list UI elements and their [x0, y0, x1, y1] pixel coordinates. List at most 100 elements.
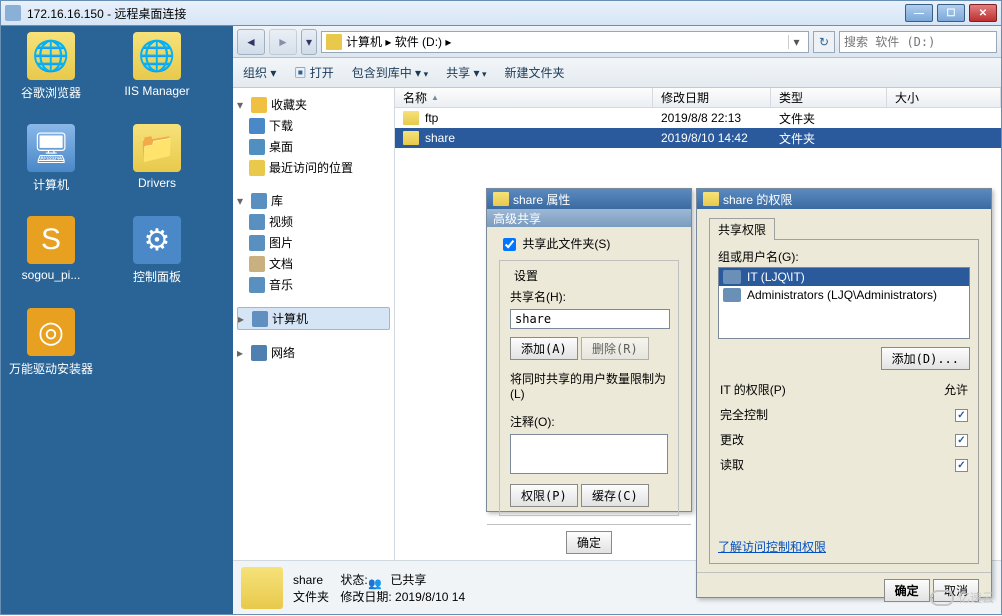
tab-share-perm[interactable]: 共享权限: [709, 218, 775, 240]
close-button[interactable]: ✕: [969, 4, 997, 22]
back-button[interactable]: ◄: [237, 29, 265, 55]
app-icon: 🌐: [133, 32, 181, 80]
app-icon: ◎: [27, 308, 75, 356]
address-field[interactable]: 计算机 ▸ 软件 (D:) ▸ ▾: [321, 31, 809, 53]
tree-libraries[interactable]: ▾库: [237, 190, 390, 211]
user-list[interactable]: IT (LJQ\IT) Administrators (LJQ\Administ…: [718, 267, 970, 339]
allow-checkbox[interactable]: ✓: [955, 409, 968, 422]
network-icon: [251, 345, 267, 361]
user-limit-label: 将同时共享的用户数量限制为(L): [510, 370, 668, 401]
user-it[interactable]: IT (LJQ\IT): [719, 268, 969, 286]
file-row-ftp[interactable]: ftp 2019/8/8 22:13 文件夹: [395, 108, 1001, 128]
recent-icon: [249, 160, 265, 176]
sort-icon: ▲: [431, 93, 439, 102]
ok-button[interactable]: 确定: [566, 531, 612, 554]
col-size[interactable]: 大小: [887, 88, 1001, 107]
cmd-newfolder[interactable]: 新建文件夹: [505, 64, 565, 81]
desktop-icon-iis[interactable]: 🌐 IIS Manager: [113, 32, 201, 120]
computer-icon: 🖥: [27, 124, 75, 172]
sharename-input[interactable]: [510, 309, 670, 329]
col-date[interactable]: 修改日期: [653, 88, 771, 107]
learn-more-link[interactable]: 了解访问控制和权限: [718, 540, 826, 554]
cmd-include[interactable]: 包含到库中 ▾: [352, 64, 428, 81]
tree-documents[interactable]: 文档: [237, 253, 390, 274]
cmd-open[interactable]: ▣ 打开: [294, 64, 333, 81]
desktop-icon-computer[interactable]: 🖥计算机: [7, 124, 95, 212]
maximize-button[interactable]: ☐: [937, 4, 965, 22]
collapse-icon[interactable]: ▾: [237, 194, 247, 208]
perm-row-full: 完全控制✓: [720, 403, 968, 426]
collapse-icon[interactable]: ▾: [237, 98, 247, 112]
refresh-button[interactable]: ↻: [813, 31, 835, 53]
col-type[interactable]: 类型: [771, 88, 887, 107]
icon-label: 万能驱动安装器: [9, 360, 93, 377]
add-button[interactable]: 添加(A): [510, 337, 578, 360]
address-bar: ◄ ► ▾ 计算机 ▸ 软件 (D:) ▸ ▾ ↻: [233, 26, 1001, 58]
tree-pictures[interactable]: 图片: [237, 232, 390, 253]
group-label: 组或用户名(G):: [718, 248, 970, 265]
col-name[interactable]: 名称▲: [395, 88, 653, 107]
dialog-title: share 属性: [487, 189, 691, 209]
tree-desktop[interactable]: 桌面: [237, 136, 390, 157]
tree-downloads[interactable]: 下载: [237, 115, 390, 136]
music-icon: [249, 277, 265, 293]
remove-button[interactable]: 删除(R): [581, 337, 649, 360]
address-text: 计算机 ▸ 软件 (D:) ▸: [346, 33, 788, 50]
share-permissions-dialog: share 的权限 共享权限 组或用户名(G): IT (LJQ\IT) Adm…: [696, 188, 992, 598]
tree-favorites[interactable]: ▾收藏夹: [237, 94, 390, 115]
rdp-icon: [5, 5, 21, 21]
cmd-share[interactable]: 共享 ▾: [446, 64, 486, 81]
address-dropdown-icon[interactable]: ▾: [788, 35, 804, 49]
add-user-button[interactable]: 添加(D)...: [881, 347, 970, 370]
dialog-title: share 的权限: [697, 189, 991, 209]
document-icon: [249, 256, 265, 272]
expand-icon[interactable]: ▸: [238, 312, 248, 326]
share-checkbox[interactable]: 共享此文件夹(S): [499, 237, 610, 251]
minimize-button[interactable]: —: [905, 4, 933, 22]
desktop-icon-controlpanel[interactable]: ⚙控制面板: [113, 216, 201, 304]
forward-button[interactable]: ►: [269, 29, 297, 55]
desktop-icon-drivers[interactable]: 📁 Drivers: [113, 124, 201, 212]
tree-music[interactable]: 音乐: [237, 274, 390, 295]
icon-label: IIS Manager: [124, 84, 189, 98]
tree-videos[interactable]: 视频: [237, 211, 390, 232]
command-bar: 组织 ▾ ▣ 打开 包含到库中 ▾ 共享 ▾ 新建文件夹: [233, 58, 1001, 88]
user-admins[interactable]: Administrators (LJQ\Administrators): [719, 286, 969, 304]
settings-fieldset: 设置 共享名(H): 添加(A) 删除(R) 将同时共享的用户数量限制为(L) …: [499, 260, 679, 516]
file-row-share[interactable]: share 2019/8/10 14:42 文件夹: [395, 128, 1001, 148]
dialog-footer: 确定: [487, 524, 691, 560]
comment-input[interactable]: [510, 434, 668, 474]
search-input[interactable]: [839, 31, 997, 53]
status-state: 已共享: [390, 573, 426, 587]
allow-checkbox[interactable]: ✓: [955, 434, 968, 447]
ok-button[interactable]: 确定: [884, 579, 930, 602]
desktop-icon: [249, 139, 265, 155]
cache-button[interactable]: 缓存(C): [581, 484, 649, 507]
permissions-button[interactable]: 权限(P): [510, 484, 578, 507]
group-icon: [723, 270, 741, 284]
desktop-icon-driverinstaller[interactable]: ◎ 万能驱动安装器: [7, 308, 95, 396]
tree-recent[interactable]: 最近访问的位置: [237, 157, 390, 178]
desktop-icon-sogou[interactable]: Ssogou_pi...: [7, 216, 95, 304]
folder-icon: 📁: [133, 124, 181, 172]
perm-row-change: 更改✓: [720, 428, 968, 451]
status-date: 2019/8/10 14: [395, 590, 465, 604]
icon-label: sogou_pi...: [22, 268, 81, 282]
star-icon: [251, 97, 267, 113]
cmd-organize[interactable]: 组织 ▾: [243, 64, 276, 81]
icon-label: Drivers: [138, 176, 176, 190]
share-properties-dialog: share 属性 高级共享 共享此文件夹(S) 设置 共享名(H): 添加(A)…: [486, 188, 692, 512]
tree-computer[interactable]: ▸计算机: [237, 307, 390, 330]
status-state-label: 状态:: [340, 573, 367, 587]
tree-network[interactable]: ▸网络: [237, 342, 390, 363]
dialog-subtitle: 高级共享: [487, 209, 691, 227]
history-dropdown[interactable]: ▾: [301, 29, 317, 55]
remote-desktop: 🌐谷歌浏览器 🌐 IIS Manager 🖥计算机 📁 Drivers Ssogou…: [1, 26, 233, 614]
allow-checkbox[interactable]: ✓: [955, 459, 968, 472]
titlebar: 172.16.16.150 - 远程桌面连接 — ☐ ✕: [0, 0, 1002, 26]
app-icon: 🌐: [27, 32, 75, 80]
controlpanel-icon: ⚙: [133, 216, 181, 264]
expand-icon[interactable]: ▸: [237, 346, 247, 360]
perm-header-left: IT 的权限(P): [720, 378, 900, 401]
desktop-icon-chrome[interactable]: 🌐谷歌浏览器: [7, 32, 95, 120]
